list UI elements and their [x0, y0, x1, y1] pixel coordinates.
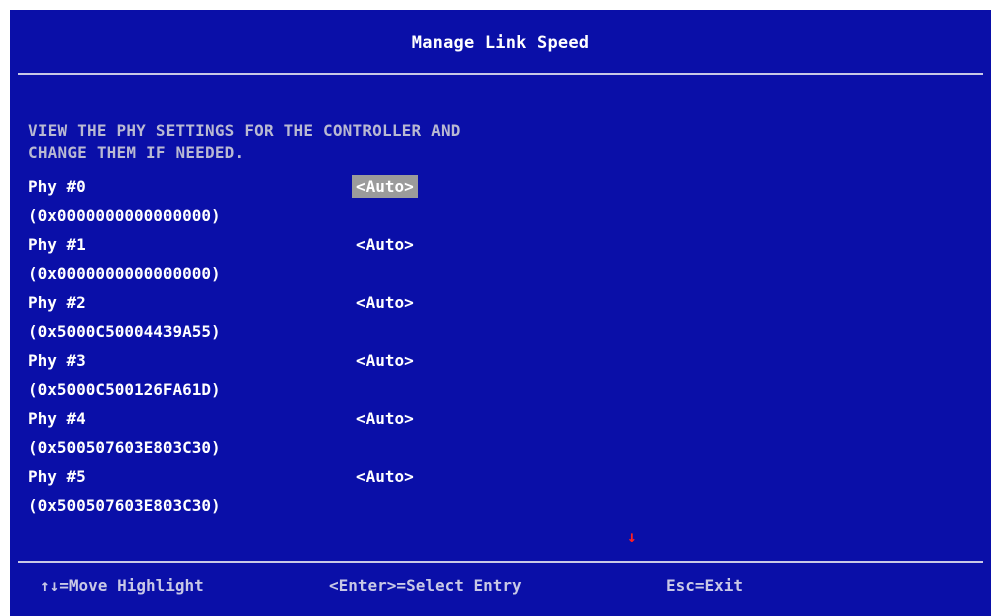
phy-address: (0x0000000000000000) [28, 206, 221, 225]
footer-move-highlight-hint: ↑↓=Move Highlight [40, 576, 204, 595]
phy-address: (0x5000C500126FA61D) [28, 380, 221, 399]
description-line-1: VIEW THE PHY SETTINGS FOR THE CONTROLLER… [28, 121, 461, 140]
phy-link-speed-option[interactable]: <Auto> [352, 349, 418, 372]
phy-address: (0x500507603E803C30) [28, 496, 221, 515]
phy-entry-1[interactable]: Phy #1 <Auto> (0x0000000000000000) [28, 233, 628, 291]
footer-select-entry-hint: <Enter>=Select Entry [329, 576, 522, 595]
scroll-down-arrow-icon: ↓ [627, 527, 637, 546]
bios-screen: Manage Link Speed VIEW THE PHY SETTINGS … [10, 10, 991, 616]
phy-label: Phy #2 [28, 293, 86, 312]
page-title: Manage Link Speed [411, 33, 590, 53]
phy-label: Phy #5 [28, 467, 86, 486]
phy-link-speed-option[interactable]: <Auto> [352, 233, 418, 256]
phy-link-speed-option[interactable]: <Auto> [352, 175, 418, 198]
phy-list: Phy #0 <Auto> (0x0000000000000000) Phy #… [28, 175, 628, 523]
phy-label: Phy #1 [28, 235, 86, 254]
phy-address: (0x5000C50004439A55) [28, 322, 221, 341]
phy-address: (0x0000000000000000) [28, 264, 221, 283]
phy-entry-2[interactable]: Phy #2 <Auto> (0x5000C50004439A55) [28, 291, 628, 349]
description-line-2: CHANGE THEM IF NEEDED. [28, 143, 245, 162]
footer-exit-hint: Esc=Exit [666, 576, 744, 595]
phy-label: Phy #3 [28, 351, 86, 370]
phy-entry-4[interactable]: Phy #4 <Auto> (0x500507603E803C30) [28, 407, 628, 465]
phy-link-speed-option[interactable]: <Auto> [352, 291, 418, 314]
phy-entry-3[interactable]: Phy #3 <Auto> (0x5000C500126FA61D) [28, 349, 628, 407]
phy-address: (0x500507603E803C30) [28, 438, 221, 457]
phy-label: Phy #4 [28, 409, 86, 428]
phy-entry-5[interactable]: Phy #5 <Auto> (0x500507603E803C30) [28, 465, 628, 523]
description: VIEW THE PHY SETTINGS FOR THE CONTROLLER… [28, 120, 461, 164]
phy-link-speed-option[interactable]: <Auto> [352, 465, 418, 488]
phy-entry-0[interactable]: Phy #0 <Auto> (0x0000000000000000) [28, 175, 628, 233]
bottom-divider [18, 561, 983, 563]
top-divider [18, 73, 983, 75]
phy-link-speed-option[interactable]: <Auto> [352, 407, 418, 430]
phy-label: Phy #0 [28, 177, 86, 196]
